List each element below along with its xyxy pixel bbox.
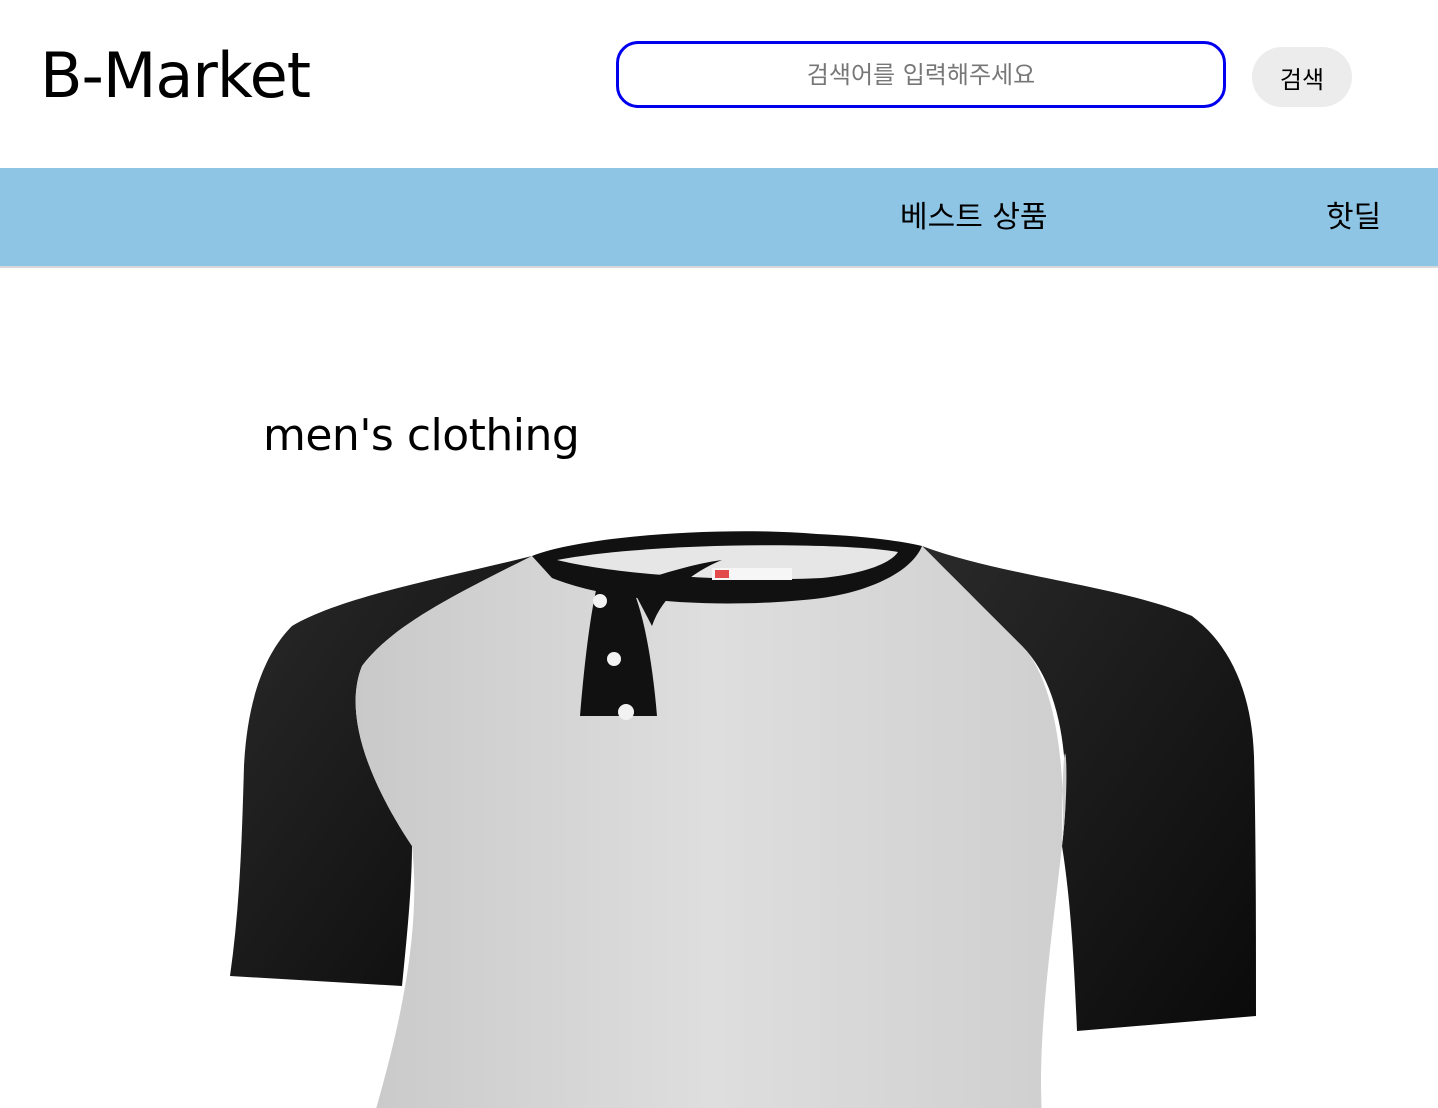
category-title: men's clothing — [263, 410, 580, 461]
search-input[interactable] — [616, 41, 1226, 108]
search-button[interactable]: 검색 — [1252, 47, 1352, 107]
site-header: B-Market 검색 — [0, 0, 1438, 168]
product-image[interactable] — [222, 516, 1272, 1108]
site-logo[interactable]: B-Market — [40, 36, 311, 116]
nav-item-best-products[interactable]: 베스트 상품 — [900, 168, 1048, 268]
main-content: men's clothing — [0, 268, 1438, 1108]
henley-shirt-icon — [230, 531, 1256, 1108]
nav-item-hot-deal[interactable]: 핫딜 — [1326, 168, 1381, 268]
category-navbar: 베스트 상품 핫딜 — [0, 168, 1438, 268]
